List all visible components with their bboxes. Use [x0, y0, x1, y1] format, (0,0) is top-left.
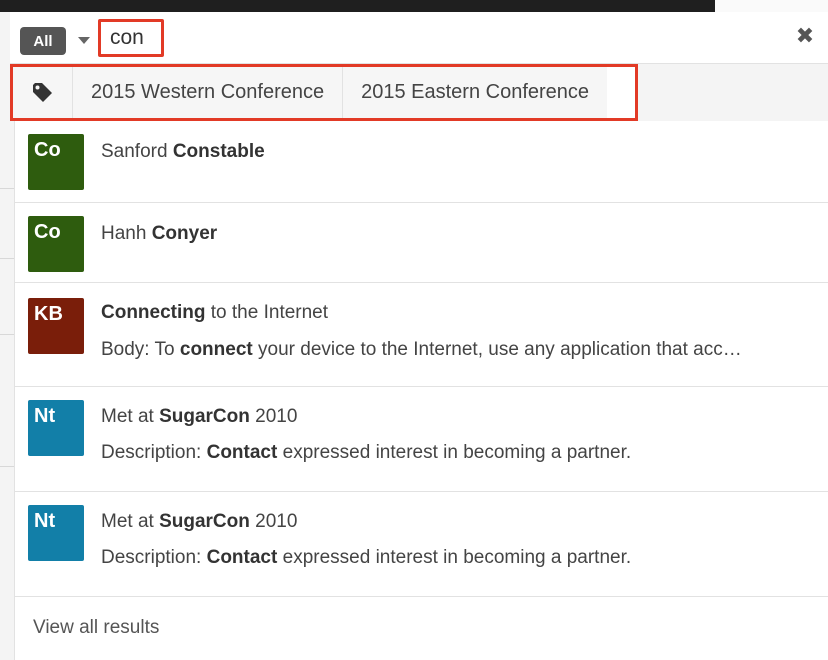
tag-icon	[13, 67, 73, 118]
top-navigation-bar	[0, 0, 828, 12]
divider	[0, 188, 14, 189]
search-result-item[interactable]: Nt Met at SugarCon 2010 Description: Con…	[15, 492, 828, 597]
result-snippet: Description: Contact expressed interest …	[101, 442, 632, 463]
search-result-item[interactable]: Co Hanh Conyer	[15, 203, 828, 283]
result-title: Met at SugarCon 2010	[101, 511, 298, 532]
search-result-item[interactable]: KB Connecting to the Internet Body: To c…	[15, 283, 828, 387]
tag-suggestion[interactable]: 2015 Eastern Conference	[343, 67, 608, 118]
result-snippet: Body: To connect your device to the Inte…	[101, 339, 742, 360]
module-badge: Co	[28, 134, 84, 190]
search-input[interactable]	[98, 19, 164, 57]
divider	[0, 466, 14, 467]
module-badge: Nt	[28, 505, 84, 561]
result-title: Connecting to the Internet	[101, 302, 329, 323]
chevron-down-icon[interactable]	[78, 37, 90, 44]
result-title: Sanford Constable	[101, 141, 265, 162]
close-icon[interactable]: ✖	[794, 25, 816, 47]
result-title: Met at SugarCon 2010	[101, 406, 298, 427]
tag-suggestion[interactable]: 2015 Western Conference	[73, 67, 344, 118]
search-result-item[interactable]: Nt Met at SugarCon 2010 Description: Con…	[15, 387, 828, 492]
global-search-bar: All ✖	[10, 12, 828, 64]
divider	[0, 258, 14, 259]
module-badge: KB	[28, 298, 84, 354]
search-results-list: Co Sanford Constable Co Hanh Conyer KB C…	[14, 121, 828, 660]
result-title: Hanh Conyer	[101, 223, 218, 244]
result-snippet: Description: Contact expressed interest …	[101, 547, 632, 568]
module-badge: Co	[28, 216, 84, 272]
search-result-item[interactable]: Co Sanford Constable	[15, 121, 828, 203]
module-selector-button[interactable]: All	[20, 27, 66, 55]
tag-suggestions: 2015 Western Conference 2015 Eastern Con…	[10, 64, 638, 121]
divider	[0, 334, 14, 335]
module-badge: Nt	[28, 400, 84, 456]
view-all-results-link[interactable]: View all results	[15, 597, 828, 660]
